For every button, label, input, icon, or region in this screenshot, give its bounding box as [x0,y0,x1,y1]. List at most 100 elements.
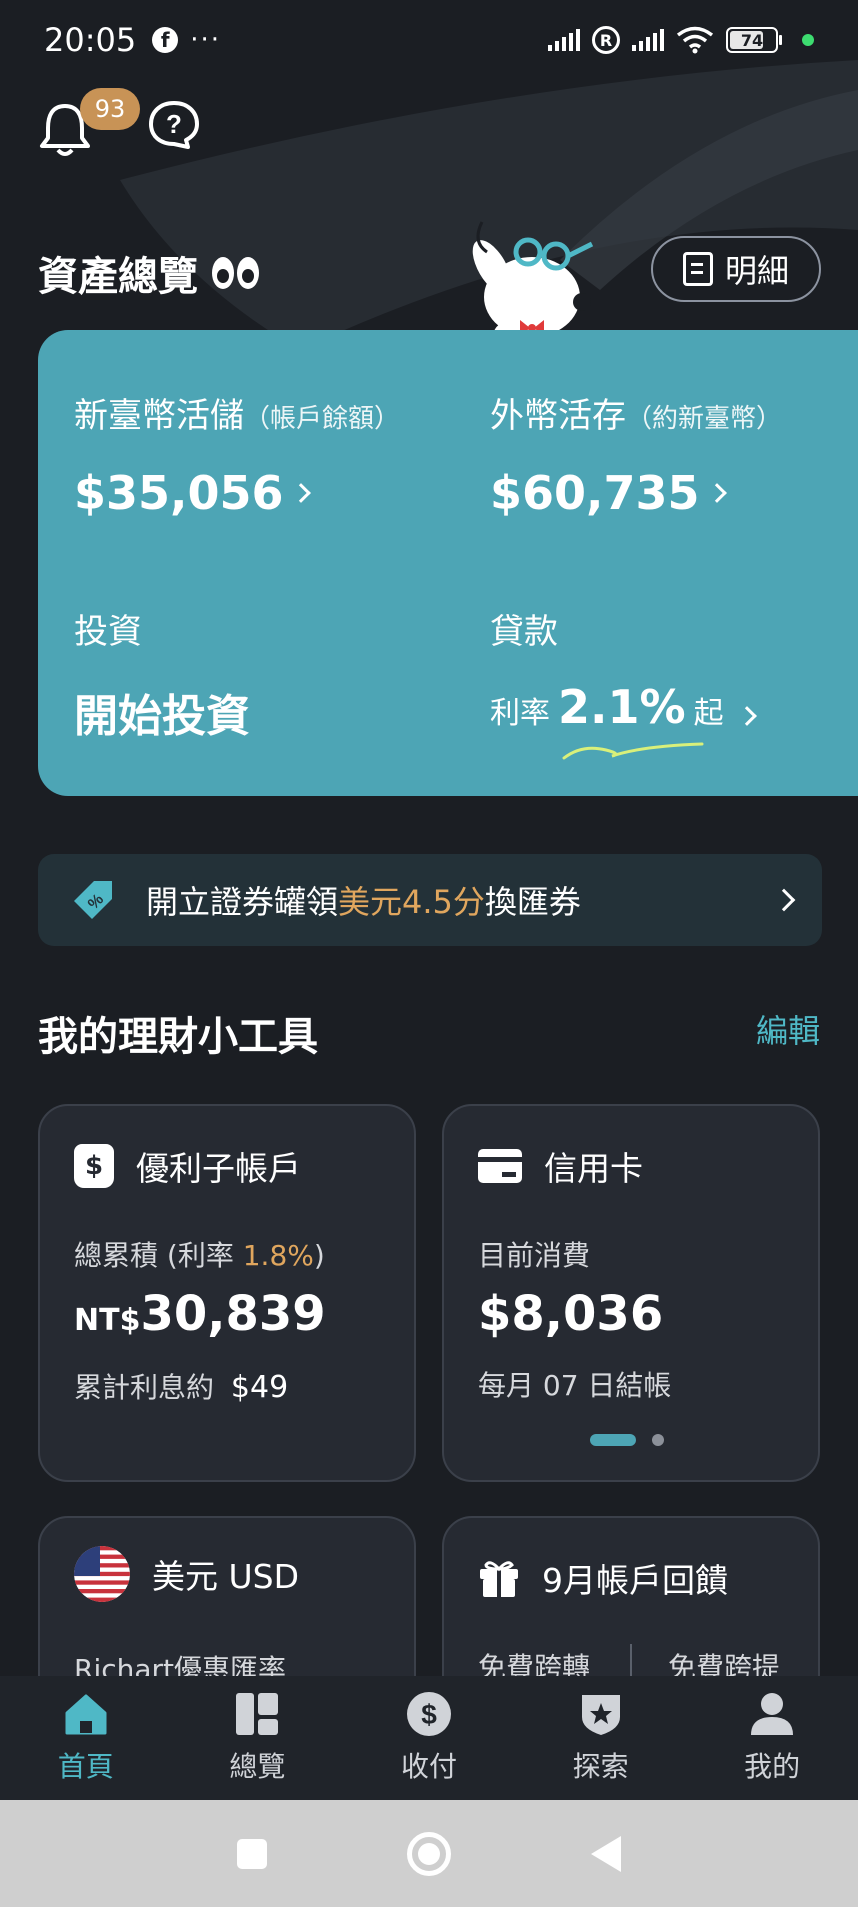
roaming-icon: R [592,26,620,54]
credit-card-icon [478,1149,522,1183]
current-spending-label: 目前消費 [478,1239,591,1272]
start-investing-link[interactable]: 開始投資 [74,680,250,744]
system-navigation-bar [0,1800,858,1907]
signal-icon [548,29,580,51]
card-pager[interactable] [590,1434,664,1446]
eyes-icon [212,257,259,289]
rewards-divider [630,1644,632,1680]
promo-banner[interactable]: % 開立證券罐領美元4.5分換匯券 [38,854,822,946]
svg-text:?: ? [166,109,182,139]
money-bag-icon: $ [74,1144,114,1188]
credit-card-header: 信用卡 [478,1142,643,1190]
document-icon [682,252,713,286]
asset-overview-title: 資產總覽 [38,244,259,302]
status-time: 20:05 [44,21,137,59]
twd-label-text: 新臺幣活儲 [74,396,244,436]
fx-note: （約新臺幣） [626,404,783,434]
nav-explore[interactable]: 探索 [515,1676,687,1800]
loan-rate-prefix: 利率 [490,696,550,731]
interest-label: 累計利息約 [74,1371,215,1404]
tools-section-title: 我的理財小工具 [38,1014,318,1060]
savings-currency: NT$ [74,1303,141,1338]
savings-amount: NT$30,839 [74,1286,326,1342]
twd-balance-value: $35,056 [74,466,284,520]
chevron-right-icon [772,888,796,912]
nav-explore-label: 探索 [572,1750,629,1783]
promo-text-before: 開立證券罐領 [146,883,339,921]
status-bar: 20:05 f ··· R 74 [0,0,858,80]
savings-amount-value: 30,839 [140,1286,326,1342]
dollar-icon: $ [406,1692,451,1736]
credit-card-title: 信用卡 [544,1149,643,1188]
chevron-right-icon [290,483,311,503]
twd-balance-link[interactable]: $35,056 [74,466,311,520]
chevron-right-icon [736,706,757,726]
help-icon[interactable]: ? [148,100,200,150]
battery-icon: 74 [726,27,782,53]
savings-card-header: $ 優利子帳戶 [74,1142,301,1190]
pager-dot [652,1434,664,1446]
rewards-card-title: 9月帳戶回饋 [542,1561,728,1600]
home-icon [65,1694,107,1735]
promo-text-after: 換匯券 [484,883,581,921]
notification-badge: 93 [80,88,140,130]
pager-dot-active [590,1434,636,1446]
promo-text: 開立證券罐領美元4.5分換匯券 [146,877,581,923]
nav-overview[interactable]: 總覽 [172,1676,344,1800]
nav-payments[interactable]: $ 收付 [343,1676,515,1800]
nav-home[interactable]: 首頁 [0,1676,172,1800]
current-spending-amount: $8,036 [478,1286,664,1342]
loan-rate-value: 2.1% [558,680,686,734]
us-flag-icon [74,1546,130,1602]
signal-icon-2 [632,29,664,51]
loan-rate-suffix: 起 [693,696,724,731]
recent-apps-icon[interactable] [237,1838,267,1869]
bottom-navigation: 首頁 總覽 $ 收付 探索 我的 [0,1676,858,1800]
more-notifications-icon: ··· [190,25,222,55]
savings-sub-suffix: ) [313,1239,325,1272]
back-icon[interactable] [591,1835,621,1872]
facebook-icon: f [152,27,179,53]
savings-card-title: 優利子帳戶 [136,1149,301,1188]
twd-note: （帳戶餘額） [244,404,401,434]
savings-rate: 1.8% [242,1239,314,1272]
battery-level: 74 [740,30,764,50]
promo-highlight: 美元4.5分 [338,883,485,921]
nav-payments-label: 收付 [400,1750,457,1783]
detail-button-label: 明細 [724,252,789,290]
dashboard-icon [236,1693,279,1735]
usd-card-header: 美元 USD [74,1546,299,1602]
star-shield-icon [581,1695,620,1735]
nav-overview-label: 總覽 [229,1750,286,1783]
detail-button[interactable]: 明細 [651,236,821,302]
nav-profile[interactable]: 我的 [686,1676,858,1800]
svg-text:$: $ [421,1699,437,1730]
savings-total-label: 總累積 (利率 1.8%) [74,1234,325,1274]
interest-row: 累計利息約 $49 [74,1366,288,1406]
gift-icon [480,1561,518,1597]
usd-card-title: 美元 USD [152,1557,300,1596]
loan-rate-link[interactable]: 利率 2.1% 起 [490,680,757,734]
overview-title-text: 資產總覽 [38,254,198,300]
invest-label: 投資 [74,612,142,652]
savings-sub-prefix: 總累積 (利率 [74,1239,243,1272]
fx-balance-value: $60,735 [490,466,700,520]
coupon-tag-icon: % [74,881,112,919]
edit-tools-button[interactable]: 編輯 [756,1006,820,1052]
twd-savings-label: 新臺幣活儲（帳戶餘額） [74,388,400,437]
loan-label: 貸款 [490,612,558,652]
credit-card-card[interactable]: 信用卡 目前消費 $8,036 每月 07 日結帳 [442,1104,820,1482]
person-icon [751,1693,794,1735]
billing-date-label: 每月 07 日結帳 [478,1369,672,1402]
nav-profile-label: 我的 [744,1750,801,1783]
home-button-icon[interactable] [407,1831,451,1876]
underline-squiggle [562,742,704,760]
fx-balance-link[interactable]: $60,735 [490,466,727,520]
interest-value: $49 [230,1370,289,1405]
chevron-right-icon [706,483,727,503]
wifi-icon [676,26,714,54]
nav-home-label: 首頁 [57,1750,114,1783]
rewards-card-header: 9月帳戶回饋 [478,1554,728,1602]
premium-savings-card[interactable]: $ 優利子帳戶 總累積 (利率 1.8%) NT$30,839 累計利息約 $4… [38,1104,416,1482]
fx-savings-label: 外幣活存（約新臺幣） [490,388,782,437]
